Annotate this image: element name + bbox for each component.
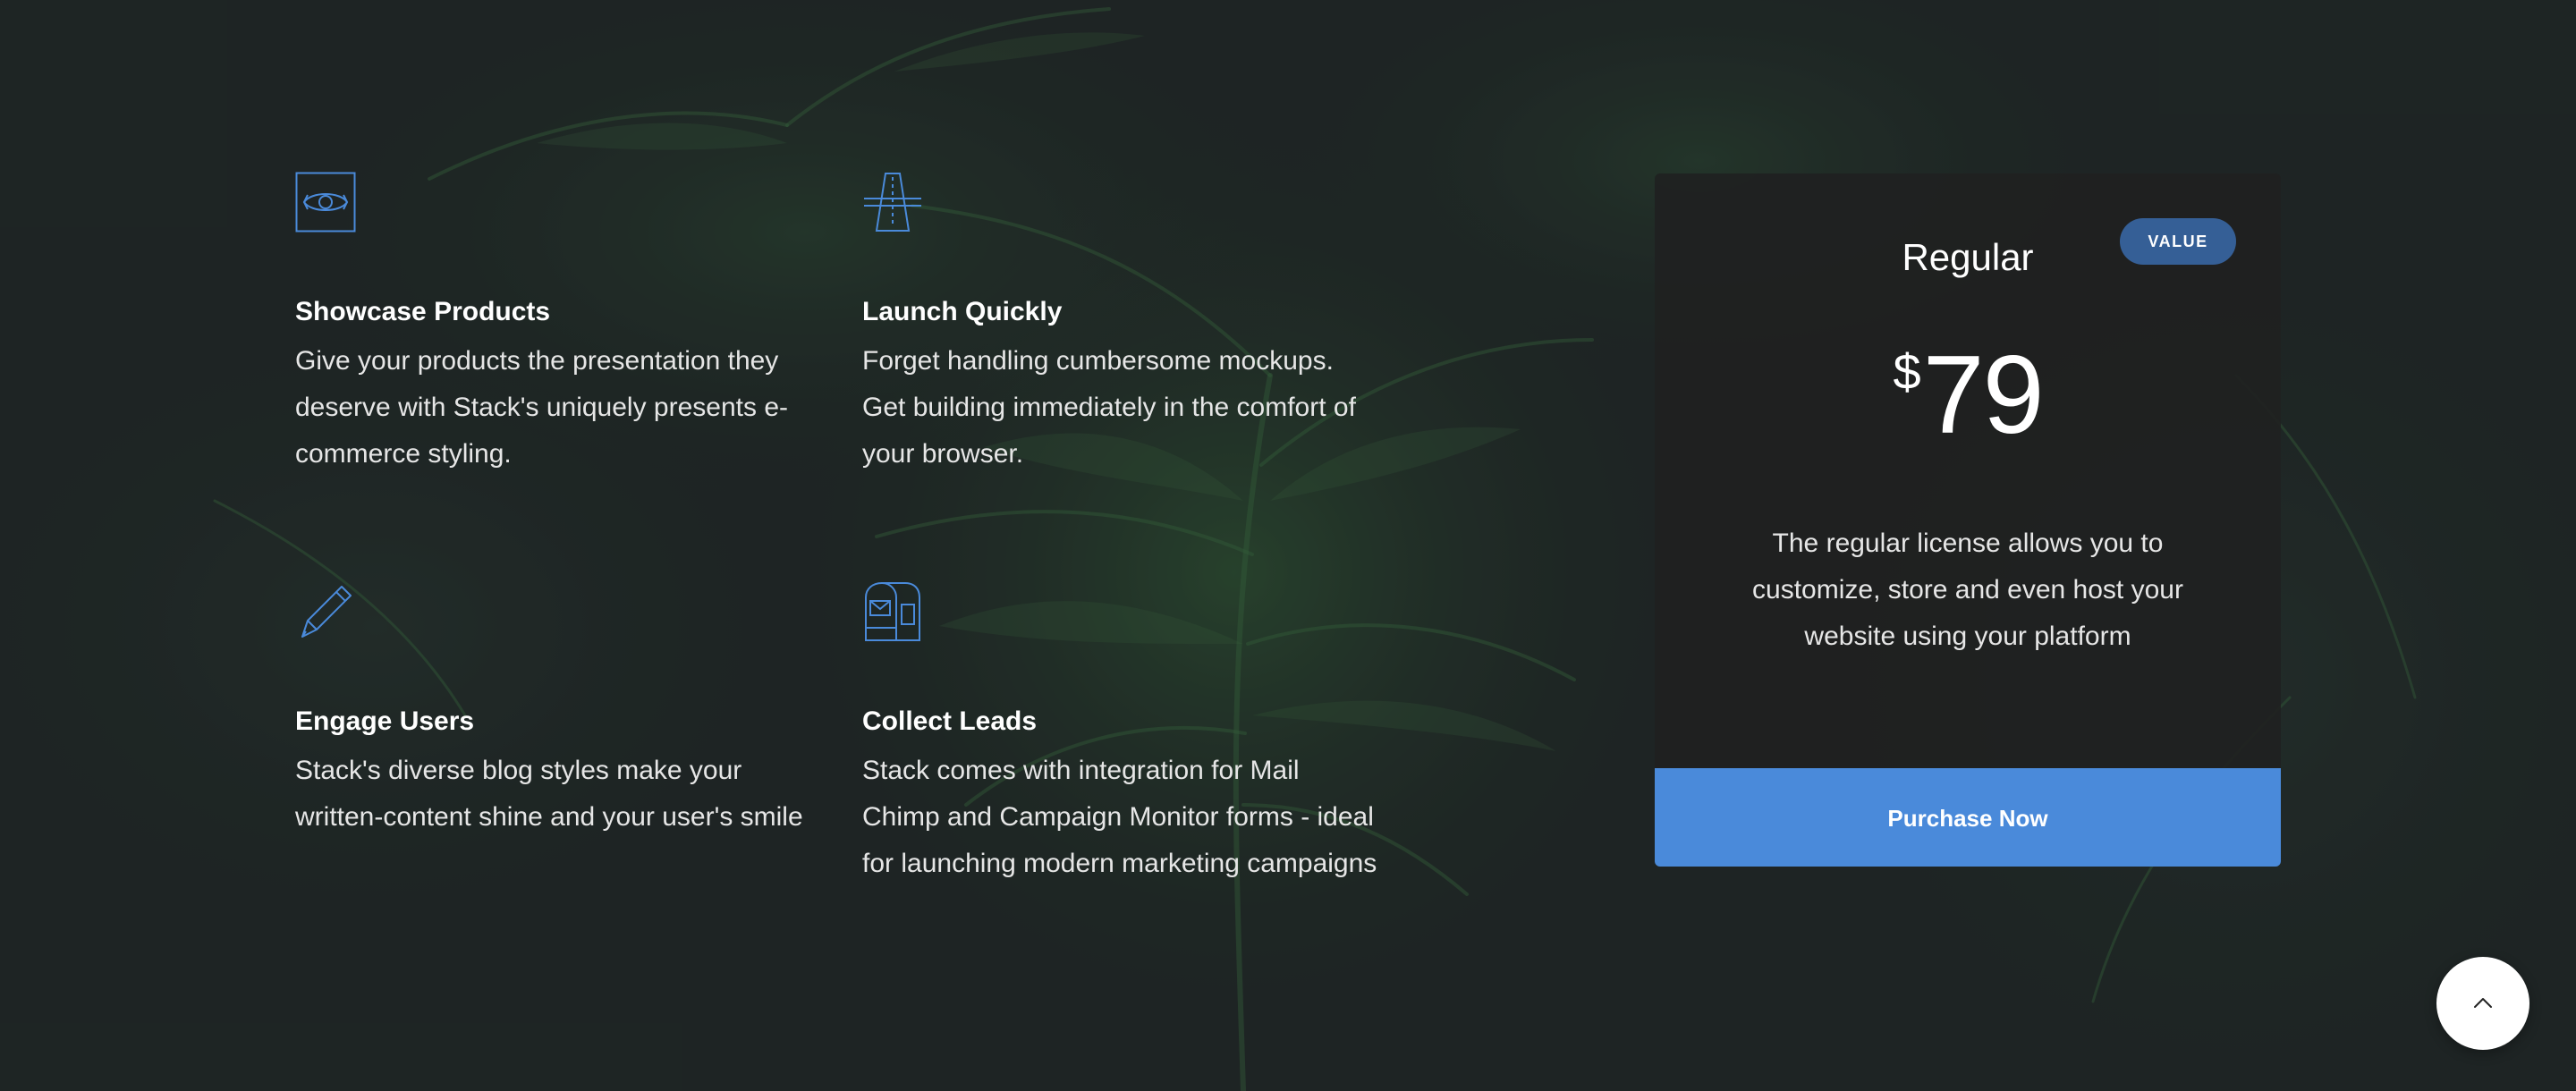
- mailbox-icon: [865, 582, 920, 641]
- feature-description: Stack's diverse blog styles make your wr…: [295, 756, 803, 832]
- plan-description: The regular license allows you to custom…: [1752, 529, 2183, 651]
- purchase-now-button[interactable]: Purchase Now: [1655, 768, 2281, 867]
- feature-description: Forget handling cumbersome mockups. Get …: [862, 346, 1356, 469]
- plan-price: $79: [1655, 340, 2281, 451]
- feature-showcase-products: Showcase Products Give your products the…: [295, 172, 832, 469]
- pen-icon: [301, 586, 352, 638]
- feature-launch-quickly: Launch Quickly Forget handling cumbersom…: [862, 172, 1399, 469]
- feature-collect-leads: Collect Leads Stack comes with integrati…: [862, 581, 1399, 878]
- feature-description: Give your products the presentation they…: [295, 346, 789, 469]
- pricing-card: VALUE Regular $79 The regular license al…: [1655, 173, 2281, 867]
- back-to-top-button[interactable]: [2436, 957, 2529, 1050]
- feature-title: Showcase Products: [295, 297, 551, 326]
- feature-description: Stack comes with integration for Mail Ch…: [862, 756, 1377, 878]
- price-amount: 79: [1922, 334, 2045, 457]
- feature-title: Collect Leads: [862, 706, 1038, 736]
- chevron-up-icon: [2474, 998, 2492, 1008]
- eye-icon: [295, 172, 356, 233]
- price-currency: $: [1893, 343, 1921, 400]
- plan-name: Regular: [1902, 236, 2034, 278]
- feature-engage-users: Engage Users Stack's diverse blog styles…: [295, 581, 832, 832]
- feature-title: Launch Quickly: [862, 297, 1063, 326]
- feature-title: Engage Users: [295, 706, 475, 736]
- road-icon: [864, 173, 921, 232]
